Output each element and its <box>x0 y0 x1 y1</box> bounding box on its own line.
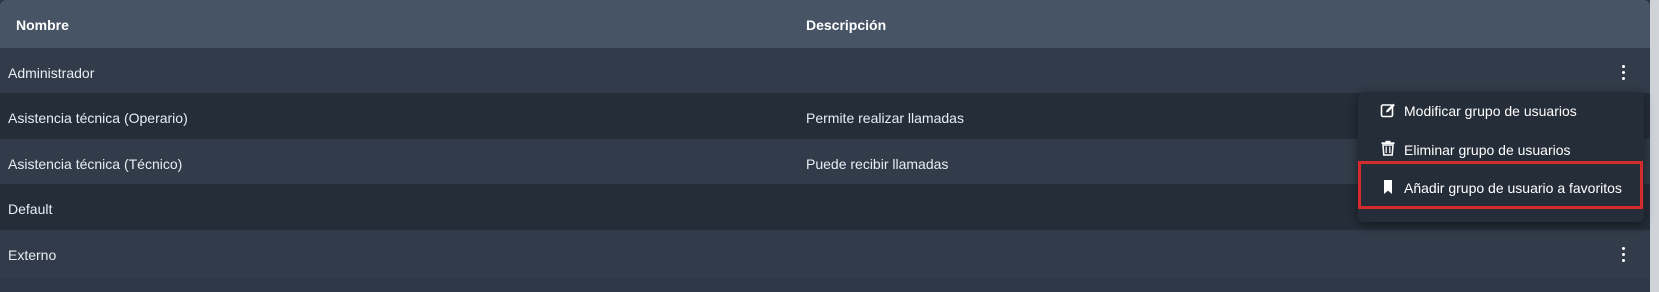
row-context-menu: Modificar grupo de usuarios Eliminar gru… <box>1358 92 1644 222</box>
row-description: Puede recibir llamadas <box>806 156 949 172</box>
table-row[interactable]: Externo <box>0 230 1650 278</box>
table-header: Nombre Descripción <box>0 0 1650 50</box>
column-header-description[interactable]: Descripción <box>806 17 886 33</box>
scrollbar-track[interactable] <box>1650 0 1659 292</box>
row-name: Asistencia técnica (Operario) <box>8 110 188 126</box>
page: Nombre Descripción Administrador Asisten… <box>0 0 1659 292</box>
trash-icon <box>1380 140 1396 156</box>
menu-item-delete-group[interactable]: Eliminar grupo de usuarios <box>1358 130 1644 168</box>
row-more-options-icon[interactable] <box>1614 244 1632 264</box>
row-name: Administrador <box>8 65 95 81</box>
row-description: Permite realizar llamadas <box>806 110 964 126</box>
menu-item-label: Eliminar grupo de usuarios <box>1404 142 1571 158</box>
table-row[interactable]: Administrador <box>0 48 1650 96</box>
menu-item-add-favorite[interactable]: Añadir grupo de usuario a favoritos <box>1358 169 1644 207</box>
row-name: Default <box>8 201 53 217</box>
row-more-options-icon[interactable] <box>1614 62 1632 82</box>
row-name: Asistencia técnica (Técnico) <box>8 156 183 172</box>
menu-item-label: Modificar grupo de usuarios <box>1404 103 1577 119</box>
menu-item-label: Añadir grupo de usuario a favoritos <box>1404 180 1622 196</box>
bookmark-icon <box>1380 179 1396 195</box>
menu-item-modify-group[interactable]: Modificar grupo de usuarios <box>1358 92 1644 130</box>
row-name: Externo <box>8 247 57 263</box>
column-header-name[interactable]: Nombre <box>16 17 69 33</box>
edit-icon <box>1380 102 1396 118</box>
